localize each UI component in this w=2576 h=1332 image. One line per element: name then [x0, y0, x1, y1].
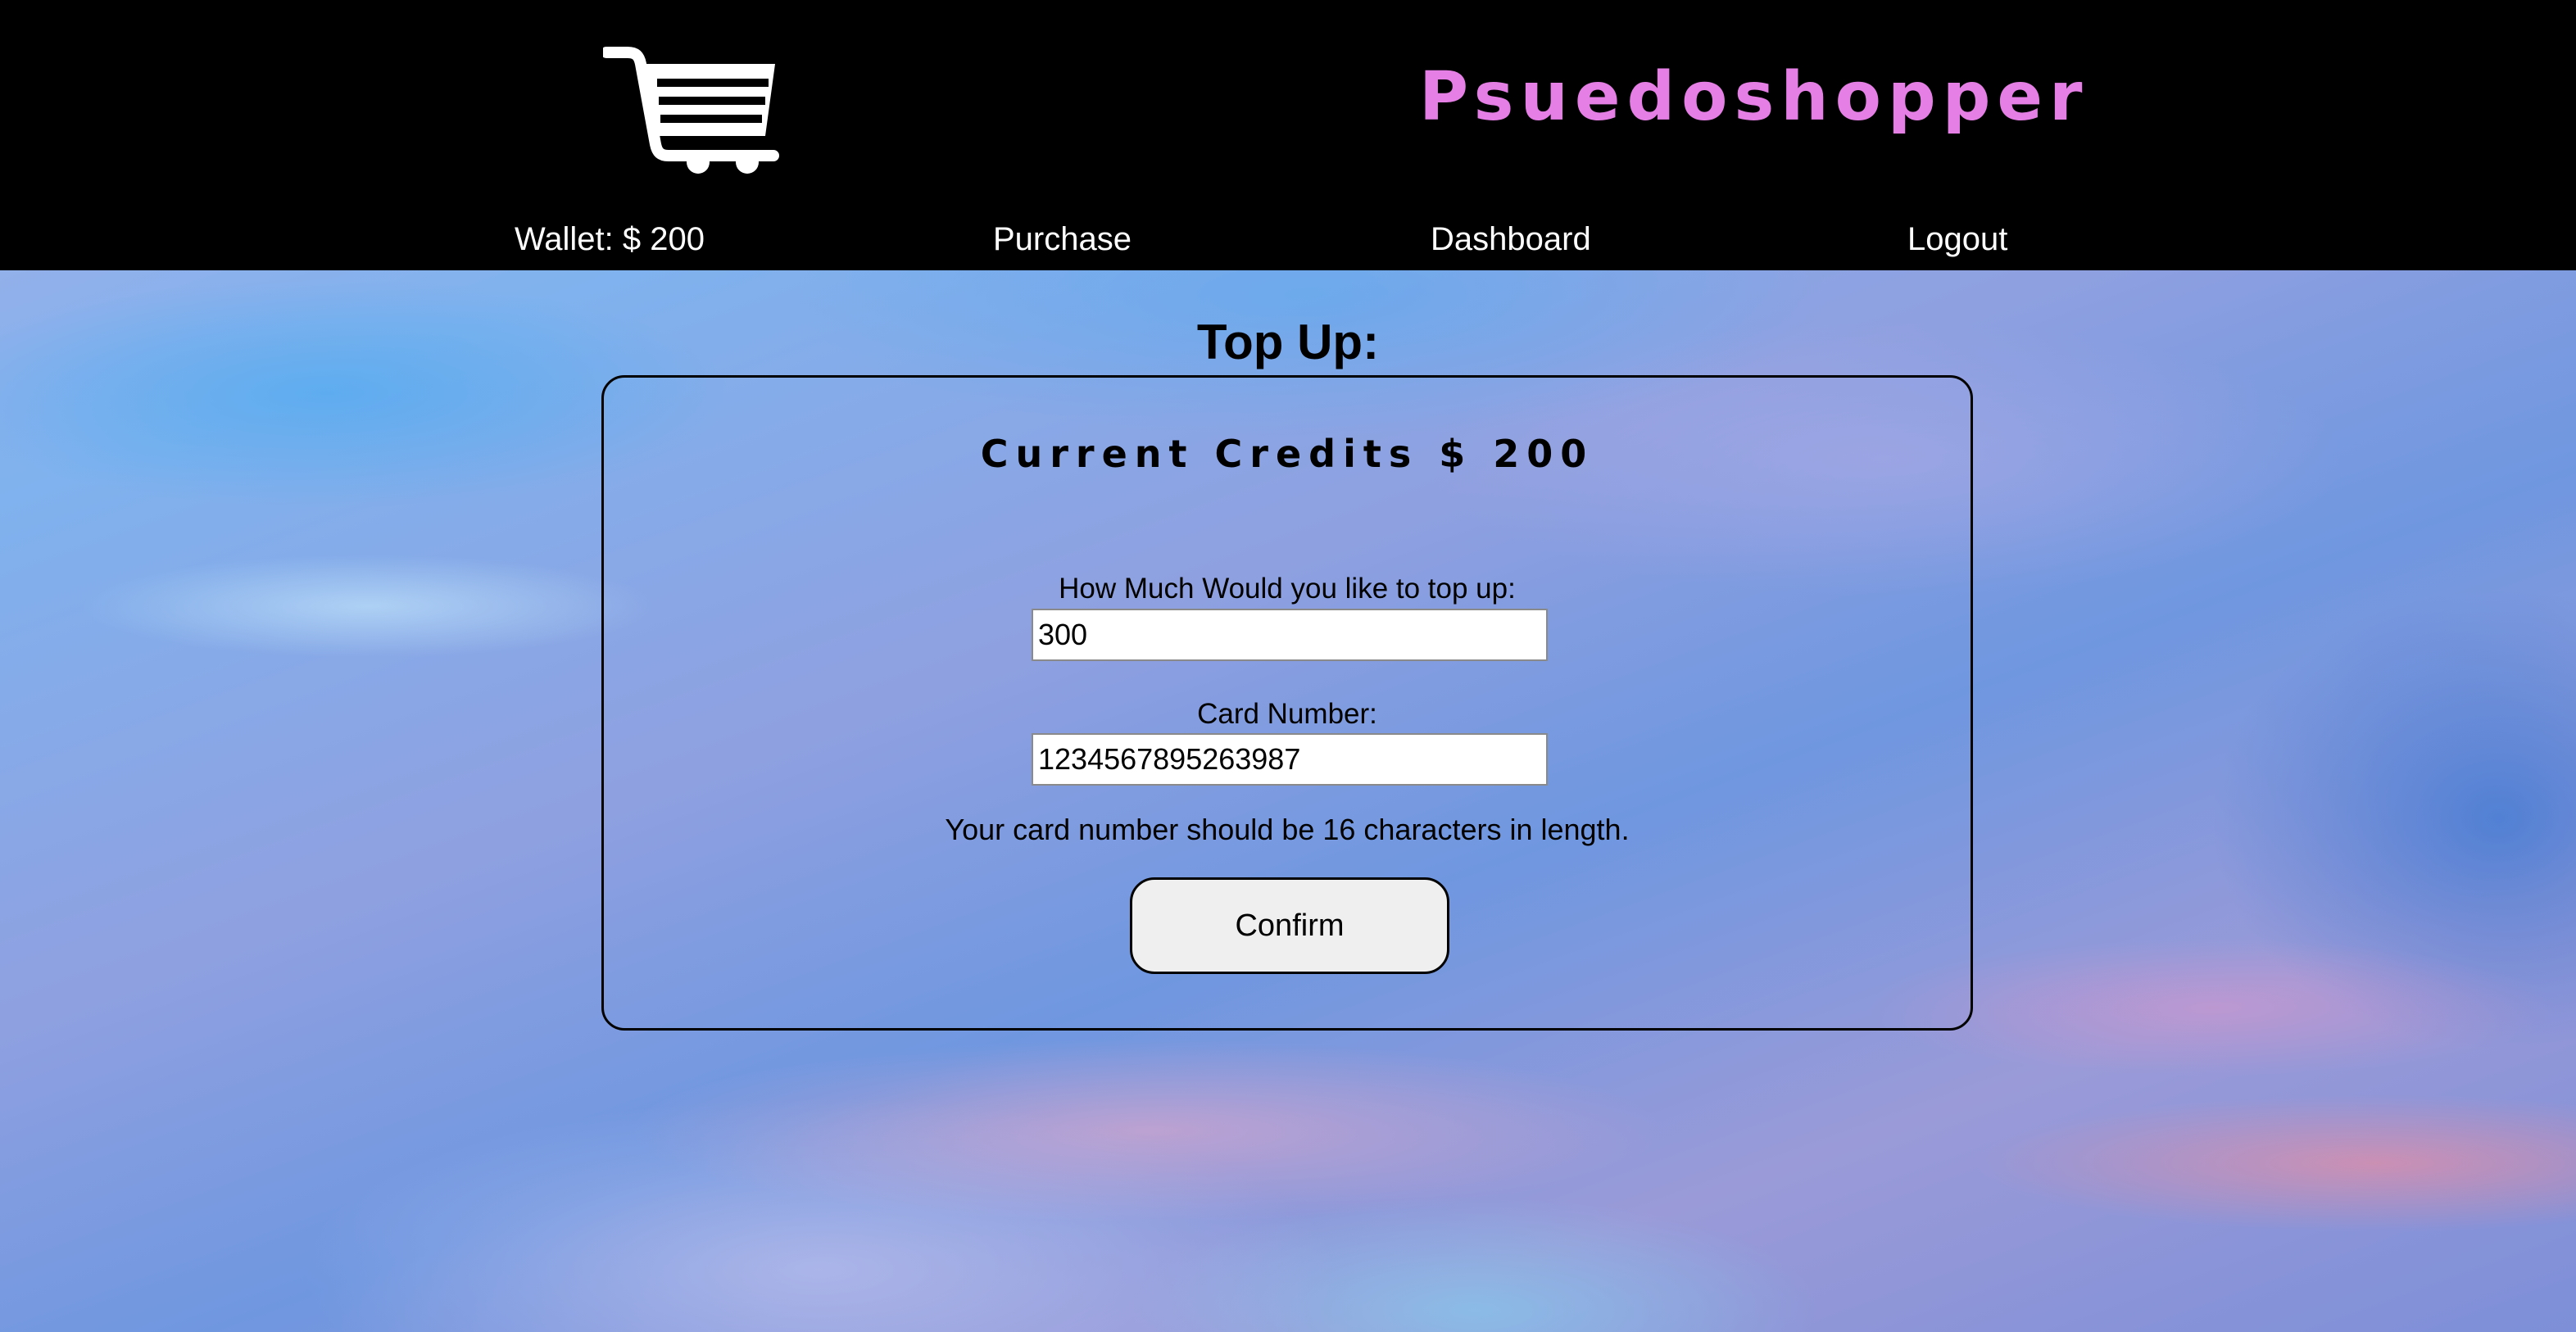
card-number-hint: Your card number should be 16 characters…	[945, 813, 1630, 846]
nav-purchase-link[interactable]: Purchase	[993, 223, 1132, 256]
shopping-cart-icon	[603, 47, 779, 174]
amount-input[interactable]	[1032, 609, 1548, 661]
top-header: Psuedoshopper Wallet: $ 200 Purchase Das…	[0, 0, 2576, 270]
current-credits: Current Credits $ 200	[980, 432, 1594, 476]
amount-label: How Much Would you like to top up:	[1059, 573, 1516, 605]
card-number-input[interactable]	[1032, 733, 1548, 786]
nav-dashboard-link[interactable]: Dashboard	[1431, 223, 1591, 256]
nav-logout-link[interactable]: Logout	[1907, 223, 2007, 256]
page-title: Top Up:	[1196, 315, 1380, 369]
topup-card: Current Credits $ 200 How Much Would you…	[601, 375, 1973, 1031]
wallet-balance: Wallet: $ 200	[515, 221, 705, 257]
card-number-label: Card Number:	[1197, 698, 1377, 730]
confirm-button[interactable]: Confirm	[1130, 877, 1449, 974]
brand-title: Psuedoshopper	[1419, 58, 2089, 136]
